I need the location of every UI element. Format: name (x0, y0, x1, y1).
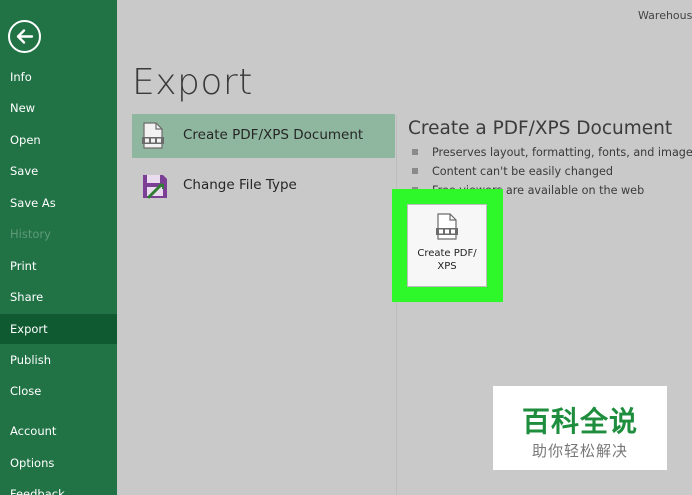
back-arrow-icon (16, 29, 34, 44)
nav-options[interactable]: Options (0, 448, 117, 478)
option-create-pdf-xps[interactable]: Create PDF/XPS Document (132, 114, 395, 158)
nav-export[interactable]: Export (0, 314, 117, 344)
document-title: Warehouse (638, 9, 692, 22)
nav-open[interactable]: Open (0, 125, 117, 155)
nav-publish[interactable]: Publish (0, 345, 117, 375)
save-file-type-icon (141, 172, 169, 204)
nav-new[interactable]: New (0, 93, 117, 123)
page-title: Export (132, 62, 253, 103)
nav-info[interactable]: Info (0, 62, 117, 92)
nav-print[interactable]: Print (0, 251, 117, 281)
bullet-square-icon (412, 168, 418, 174)
pdf-document-icon (141, 122, 165, 154)
nav-save-as[interactable]: Save As (0, 188, 117, 218)
bullet-item: Preserves layout, formatting, fonts, and… (412, 146, 692, 159)
create-pdf-xps-label: Create PDF/XPS (417, 248, 477, 272)
back-button[interactable] (8, 20, 41, 53)
option-label: Create PDF/XPS Document (183, 127, 364, 143)
create-pdf-xps-button[interactable]: Create PDF/XPS (407, 204, 487, 287)
bullet-item: Content can't be easily changed (412, 165, 613, 178)
detail-title: Create a PDF/XPS Document (408, 118, 673, 139)
bullet-square-icon (412, 149, 418, 155)
nav-close[interactable]: Close (0, 376, 117, 406)
option-change-file-type[interactable]: Change File Type (132, 164, 395, 208)
nav-account[interactable]: Account (0, 416, 117, 446)
watermark-subtitle: 助你轻松解决 (531, 442, 628, 460)
panel-divider (396, 115, 397, 495)
nav-history: History (10, 227, 51, 241)
backstage-sidebar: Info New Open Save Save As History Print… (0, 0, 117, 495)
option-label: Change File Type (183, 177, 297, 193)
watermark-title: 百科全说 (521, 405, 638, 438)
nav-feedback[interactable]: Feedback (0, 479, 117, 495)
nav-share[interactable]: Share (0, 282, 117, 312)
nav-save[interactable]: Save (0, 156, 117, 186)
pdf-document-icon (436, 213, 458, 240)
watermark: 百科全说 助你轻松解决 (493, 386, 667, 470)
